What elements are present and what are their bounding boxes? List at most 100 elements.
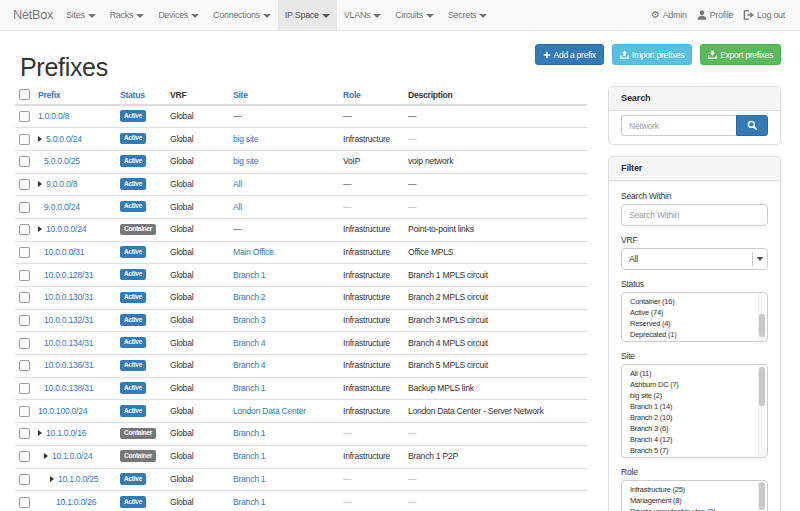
prefix-link[interactable]: 10.0.0.134/31 — [44, 338, 93, 348]
add-a-prefix-button[interactable]: Add a prefix — [535, 44, 604, 65]
column-header-role[interactable]: Role — [335, 85, 400, 105]
scrollbar-thumb[interactable] — [759, 314, 765, 337]
row-checkbox[interactable] — [19, 497, 30, 508]
prefix-link[interactable]: 10.0.0.0/31 — [44, 247, 84, 257]
listbox-option[interactable]: Deprecated (1) — [622, 329, 767, 340]
row-checkbox[interactable] — [19, 383, 30, 394]
listbox-option[interactable]: Active (74) — [622, 307, 767, 318]
prefix-link[interactable]: 10.0.0.0/24 — [46, 224, 86, 234]
row-checkbox[interactable] — [19, 428, 30, 439]
listbox-option[interactable]: COLO-1-24 (3) — [622, 456, 767, 458]
listbox-option[interactable]: Branch 4 (12) — [622, 434, 767, 445]
site-link[interactable]: Branch 1 — [233, 451, 265, 461]
site-listbox[interactable]: All (11)Ashburn DC (7)big site (2)Branch… — [621, 364, 768, 458]
row-checkbox[interactable] — [19, 292, 30, 303]
prefix-link[interactable]: 5.0.0.0/25 — [44, 156, 80, 166]
prefix-link[interactable]: 9.0.0.0/24 — [44, 202, 80, 212]
prefix-link[interactable]: 10.1.0.0/26 — [56, 497, 96, 507]
site-link[interactable]: All — [233, 202, 242, 212]
nav-item-secrets[interactable]: Secrets — [441, 0, 494, 30]
prefix-link[interactable]: 1.0.0.0/8 — [38, 111, 69, 121]
listbox-option[interactable]: big site (2) — [622, 390, 767, 401]
nav-item-admin[interactable]: ⚙Admin — [646, 0, 692, 30]
site-link[interactable]: Branch 4 — [233, 338, 265, 348]
site-link[interactable]: Branch 2 — [233, 292, 265, 302]
status-listbox[interactable]: Container (16)Active (74)Reserved (4)Dep… — [621, 292, 768, 342]
search-within-input[interactable] — [621, 204, 768, 226]
column-header-label[interactable]: Site — [233, 90, 248, 100]
row-checkbox[interactable] — [19, 156, 30, 167]
import-prefixes-button[interactable]: Import prefixes — [612, 44, 692, 65]
row-checkbox[interactable] — [19, 451, 30, 462]
column-header-label[interactable]: Status — [120, 90, 145, 100]
row-checkbox[interactable] — [19, 134, 30, 145]
nav-item-profile[interactable]: Profile — [692, 0, 738, 30]
column-header-status[interactable]: Status — [112, 85, 162, 105]
role-listbox[interactable]: Infrastructure (25)Management (8)Private… — [621, 480, 768, 511]
nav-item-vlans[interactable]: VLANs — [337, 0, 389, 30]
brand[interactable]: NetBox — [0, 0, 59, 30]
prefix-link[interactable]: 9.0.0.0/8 — [46, 179, 77, 189]
select-all-checkbox[interactable] — [19, 89, 30, 100]
site-link[interactable]: All — [233, 179, 242, 189]
row-checkbox[interactable] — [19, 406, 30, 417]
column-header-prefix[interactable]: Prefix — [30, 85, 112, 105]
row-checkbox[interactable] — [19, 224, 30, 235]
prefix-link[interactable]: 10.0.0.128/31 — [44, 270, 93, 280]
listbox-option[interactable]: Branch 5 (7) — [622, 445, 767, 456]
prefix-link[interactable]: 10.0.0.138/31 — [44, 383, 93, 393]
site-link[interactable]: Branch 3 — [233, 315, 265, 325]
row-checkbox[interactable] — [19, 315, 30, 326]
prefix-link[interactable]: 10.1.0.0/16 — [46, 428, 86, 438]
search-input[interactable] — [621, 115, 736, 136]
listbox-option[interactable]: Management (8) — [622, 495, 767, 506]
column-header-site[interactable]: Site — [225, 85, 335, 105]
site-link[interactable]: Branch 1 — [233, 474, 265, 484]
export-prefixes-button[interactable]: Export prefixes — [700, 44, 781, 65]
row-checkbox[interactable] — [19, 247, 30, 258]
nav-item-sites[interactable]: Sites — [59, 0, 103, 30]
row-checkbox[interactable] — [19, 360, 30, 371]
row-checkbox[interactable] — [19, 202, 30, 213]
nav-item-log-out[interactable]: Log out — [738, 0, 790, 30]
site-link[interactable]: Branch 1 — [233, 428, 265, 438]
prefix-link[interactable]: 10.0.100.0/24 — [38, 406, 87, 416]
site-link[interactable]: Branch 4 — [233, 360, 265, 370]
nav-item-circuits[interactable]: Circuits — [388, 0, 441, 30]
listbox-option[interactable]: Ashburn DC (7) — [622, 379, 767, 390]
site-link[interactable]: London Data Center — [233, 406, 306, 416]
prefix-link[interactable]: 10.0.0.130/31 — [44, 292, 93, 302]
listbox-option[interactable]: Private unrouteable vlan (0) — [622, 506, 767, 511]
listbox-option[interactable]: Branch 2 (10) — [622, 412, 767, 423]
site-link[interactable]: Branch 1 — [233, 270, 265, 280]
listbox-option[interactable]: Reserved (4) — [622, 318, 767, 329]
site-link[interactable]: Branch 1 — [233, 497, 265, 507]
prefix-link[interactable]: 10.1.0.0/25 — [58, 474, 98, 484]
listbox-option[interactable]: All (11) — [622, 368, 767, 379]
nav-item-connections[interactable]: Connections — [206, 0, 278, 30]
column-header-label[interactable]: Role — [343, 90, 361, 100]
site-link[interactable]: big site — [233, 134, 258, 144]
listbox-option[interactable]: Branch 1 (14) — [622, 401, 767, 412]
row-checkbox[interactable] — [19, 338, 30, 349]
column-header-label[interactable]: Prefix — [38, 90, 60, 100]
row-checkbox[interactable] — [19, 474, 30, 485]
search-button[interactable] — [736, 115, 768, 136]
scrollbar-thumb[interactable] — [759, 482, 765, 510]
listbox-option[interactable]: Infrastructure (25) — [622, 484, 767, 495]
listbox-option[interactable]: Branch 3 (6) — [622, 423, 767, 434]
prefix-link[interactable]: 10.1.0.0/24 — [52, 451, 92, 461]
row-checkbox[interactable] — [19, 179, 30, 190]
site-link[interactable]: big site — [233, 156, 258, 166]
site-link[interactable]: Main Office — [233, 247, 274, 257]
row-checkbox[interactable] — [19, 270, 30, 281]
row-checkbox[interactable] — [19, 111, 30, 122]
site-link[interactable]: Branch 1 — [233, 383, 265, 393]
vrf-select[interactable]: All — [621, 248, 768, 270]
scrollbar-thumb[interactable] — [759, 367, 765, 406]
prefix-link[interactable]: 5.0.0.0/24 — [46, 134, 82, 144]
listbox-option[interactable]: Container (16) — [622, 296, 767, 307]
prefix-link[interactable]: 10.0.0.136/31 — [44, 360, 93, 370]
nav-item-devices[interactable]: Devices — [151, 0, 206, 30]
nav-item-ip-space[interactable]: IP Space — [278, 0, 337, 30]
